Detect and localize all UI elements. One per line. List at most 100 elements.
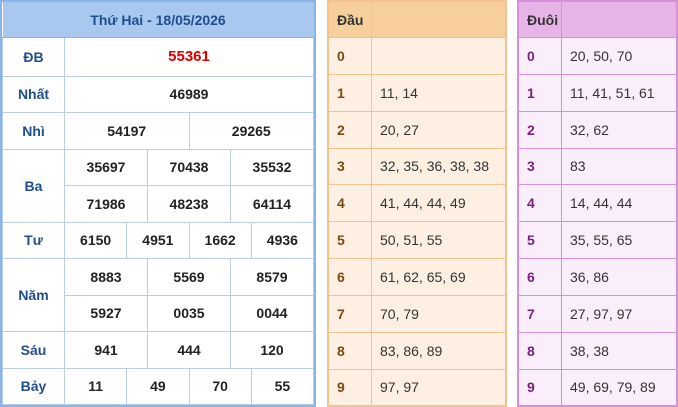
duoi-row: 8 38, 38 <box>519 331 676 370</box>
dau-values: 11, 14 <box>371 73 505 112</box>
duoi-digit: 7 <box>519 294 562 333</box>
dau-digit: 8 <box>329 331 372 370</box>
duoi-digit: 9 <box>519 368 562 405</box>
dau-digit: 6 <box>329 258 372 296</box>
duoi-digit: 2 <box>519 110 562 149</box>
prize-row-ba: Ba 35697 70438 35532 <box>2 148 314 223</box>
prize-value: 5927 <box>64 294 148 333</box>
prize-value: 5569 <box>147 258 231 296</box>
dau-digit: 2 <box>329 110 372 149</box>
prize-row-db: ĐB 55361 <box>2 37 314 77</box>
duoi-digit: 1 <box>519 73 562 112</box>
dau-row: 1 11, 14 <box>329 73 505 112</box>
prize-label: Sáu <box>2 331 65 369</box>
prize-label: Nhất <box>2 75 65 114</box>
prize-value: 0044 <box>230 294 314 333</box>
prize-value: 11 <box>63 367 128 405</box>
prize-value: 1662 <box>188 221 252 260</box>
duoi-values: 27, 97, 97 <box>561 294 676 333</box>
duoi-row: 3 83 <box>519 147 676 185</box>
prize-value: 54197 <box>64 112 190 150</box>
dau-row: 2 20, 27 <box>329 110 505 149</box>
prize-value: 120 <box>230 331 314 369</box>
dau-values <box>371 37 505 75</box>
prize-value: 29265 <box>188 112 314 150</box>
prize-label: Nhì <box>2 112 65 150</box>
dau-row: 4 41, 44, 44, 49 <box>329 184 505 222</box>
dau-row: 3 32, 35, 36, 38, 38 <box>329 147 505 185</box>
dau-values: 20, 27 <box>371 110 505 149</box>
prize-value: 4936 <box>250 221 315 260</box>
prize-label: Năm <box>2 258 65 333</box>
duoi-row: 0 20, 50, 70 <box>519 37 676 75</box>
duoi-row: 5 35, 55, 65 <box>519 221 676 259</box>
prize-value: 70438 <box>147 148 231 187</box>
prize-value: 35697 <box>64 148 148 187</box>
duoi-row: 6 36, 86 <box>519 258 676 296</box>
duoi-digit: 6 <box>519 258 562 296</box>
prize-value: 46989 <box>64 75 314 114</box>
duoi-values: 20, 50, 70 <box>561 37 676 75</box>
dau-values: 32, 35, 36, 38, 38 <box>371 147 505 185</box>
dau-values: 97, 97 <box>371 368 505 405</box>
prize-value: 941 <box>64 331 148 369</box>
duoi-row: 1 11, 41, 51, 61 <box>519 73 676 112</box>
dau-values: 70, 79 <box>371 294 505 333</box>
prize-value: 55361 <box>64 37 314 77</box>
dau-digit: 9 <box>329 368 372 405</box>
lottery-results-table: Thứ Hai - 18/05/2026 ĐB 55361 Nhất 46989… <box>0 0 316 407</box>
duoi-header-blank <box>561 2 676 38</box>
dau-row: 6 61, 62, 65, 69 <box>329 258 505 296</box>
prize-row-bay: Bảy 11 49 70 55 <box>2 367 315 405</box>
dau-digit: 5 <box>329 221 372 259</box>
duoi-digit: 8 <box>519 331 562 370</box>
duoi-row: 9 49, 69, 79, 89 <box>519 368 676 405</box>
duoi-values: 11, 41, 51, 61 <box>561 73 676 112</box>
prize-value: 35532 <box>230 148 314 187</box>
dau-values: 50, 51, 55 <box>371 221 505 259</box>
dau-row: 8 83, 86, 89 <box>329 331 505 370</box>
prize-value: 6150 <box>63 221 128 260</box>
dau-row: 5 50, 51, 55 <box>329 221 505 259</box>
prize-value: 8883 <box>64 258 148 296</box>
duoi-values: 49, 69, 79, 89 <box>561 368 676 405</box>
prize-row-nam: Năm 8883 5569 8579 <box>2 258 314 333</box>
dau-digit: 0 <box>329 37 372 75</box>
prize-value: 8579 <box>230 258 314 296</box>
dau-digit: 4 <box>329 184 372 222</box>
results-date-title: Thứ Hai - 18/05/2026 <box>2 2 314 38</box>
dau-values: 61, 62, 65, 69 <box>371 258 505 296</box>
duoi-row: 2 32, 62 <box>519 110 676 149</box>
dau-digit: 7 <box>329 294 372 333</box>
prize-row-nhat: Nhất 46989 <box>2 75 314 114</box>
prize-row-nhi: Nhì 54197 29265 <box>2 112 314 150</box>
prize-label: ĐB <box>2 37 65 77</box>
prize-value: 70 <box>188 367 252 405</box>
duoi-header: Đuôi <box>519 2 562 38</box>
prize-label: Bảy <box>2 367 65 405</box>
duoi-digit: 3 <box>519 147 562 185</box>
prize-value: 49 <box>126 367 190 405</box>
prize-row-tu: Tư 6150 4951 1662 4936 <box>2 221 315 260</box>
duoi-values: 32, 62 <box>561 110 676 149</box>
dau-row: 9 97, 97 <box>329 368 505 405</box>
duoi-digit: 5 <box>519 221 562 259</box>
prize-value: 0035 <box>147 294 231 333</box>
dau-row: 0 <box>329 37 505 75</box>
duoi-digit: 0 <box>519 37 562 75</box>
duoi-values: 35, 55, 65 <box>561 221 676 259</box>
prize-value: 71986 <box>64 185 148 223</box>
prize-label: Ba <box>2 148 65 223</box>
prize-value: 4951 <box>126 221 190 260</box>
prize-row-sau: Sáu 941 444 120 <box>2 331 314 369</box>
duoi-values: 83 <box>561 147 676 185</box>
dau-table: Đầu 0 1 11, 14 2 20, 27 3 32, 35, 36, 38, 3… <box>327 0 507 407</box>
duoi-row: 4 14, 44, 44 <box>519 184 676 222</box>
dau-digit: 1 <box>329 73 372 112</box>
dau-row: 7 70, 79 <box>329 294 505 333</box>
prize-value: 48238 <box>147 185 231 223</box>
prize-value: 64114 <box>230 185 314 223</box>
duoi-table: Đuôi 0 20, 50, 70 1 11, 41, 51, 61 2 32, 62… <box>517 0 678 407</box>
prize-label: Tư <box>2 221 65 260</box>
prize-value: 55 <box>250 367 315 405</box>
